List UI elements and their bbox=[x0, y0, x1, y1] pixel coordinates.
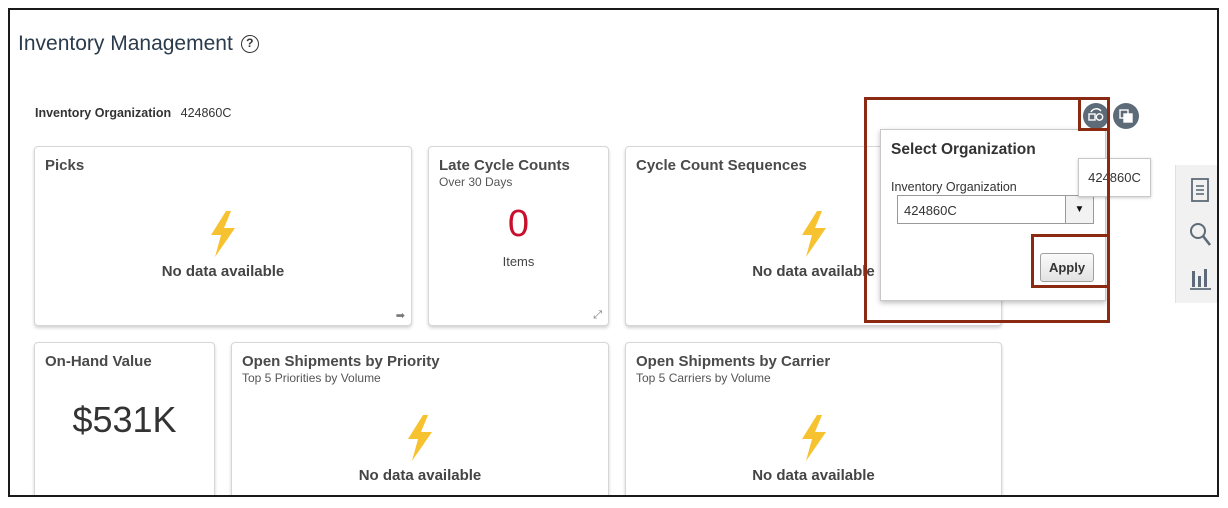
open-shipments-priority-tile[interactable]: Open Shipments by Priority Top 5 Priorit… bbox=[231, 342, 609, 495]
picks-tile[interactable]: Picks No data available ➡ bbox=[34, 146, 412, 326]
highlight-box-org-button bbox=[1078, 97, 1110, 131]
tile-title: On-Hand Value bbox=[45, 353, 152, 370]
late-count-value: 0 bbox=[507, 203, 530, 245]
tile-title: Cycle Count Sequences bbox=[636, 157, 807, 174]
late-cycle-counts-tile[interactable]: Late Cycle Counts Over 30 Days 0 Items ⤢ bbox=[428, 146, 609, 326]
page-title-text: Inventory Management bbox=[18, 32, 233, 55]
no-data-bolt-icon bbox=[801, 211, 826, 257]
no-data-bolt-icon bbox=[211, 211, 235, 257]
no-data-bolt-icon bbox=[408, 415, 432, 461]
open-shipments-carrier-tile[interactable]: Open Shipments by Carrier Top 5 Carriers… bbox=[625, 342, 1002, 495]
no-data-message: No data available bbox=[358, 467, 482, 484]
document-icon[interactable] bbox=[1188, 177, 1212, 203]
on-hand-value-tile[interactable]: On-Hand Value $531K bbox=[34, 342, 215, 495]
organization-value: 424860C bbox=[180, 106, 232, 120]
organization-label: Inventory Organization bbox=[35, 106, 172, 120]
page-title: Inventory Management ? bbox=[18, 32, 259, 56]
help-icon[interactable]: ? bbox=[240, 35, 259, 53]
no-data-message: No data available bbox=[752, 467, 875, 484]
organization-indicator: Inventory Organization 424860C bbox=[35, 106, 231, 120]
tile-title: Late Cycle Counts bbox=[439, 157, 570, 174]
copy-icon bbox=[1119, 109, 1133, 123]
on-hand-value-amount: $531K bbox=[72, 399, 177, 440]
expand-icon[interactable]: ⤢ bbox=[593, 309, 602, 322]
late-count-unit: Items bbox=[502, 254, 535, 269]
no-data-message: No data available bbox=[161, 263, 285, 280]
tile-title: Open Shipments by Priority bbox=[242, 353, 440, 370]
bar-chart-icon[interactable] bbox=[1188, 265, 1212, 291]
tile-title: Open Shipments by Carrier bbox=[636, 353, 831, 370]
tile-subtitle: Top 5 Priorities by Volume bbox=[242, 371, 381, 385]
highlight-box-popup bbox=[864, 97, 1110, 323]
application-window: Inventory Management ? Inventory Organiz… bbox=[8, 8, 1219, 497]
arrow-right-icon[interactable]: ➡ bbox=[396, 309, 405, 322]
highlight-box-apply bbox=[1031, 234, 1110, 288]
tile-subtitle: Top 5 Carriers by Volume bbox=[636, 371, 771, 385]
search-icon[interactable] bbox=[1188, 221, 1212, 247]
side-rail bbox=[1175, 165, 1217, 303]
copy-button[interactable] bbox=[1113, 103, 1139, 129]
no-data-bolt-icon bbox=[801, 415, 826, 461]
tile-title: Picks bbox=[45, 157, 85, 174]
tile-subtitle: Over 30 Days bbox=[439, 175, 513, 189]
